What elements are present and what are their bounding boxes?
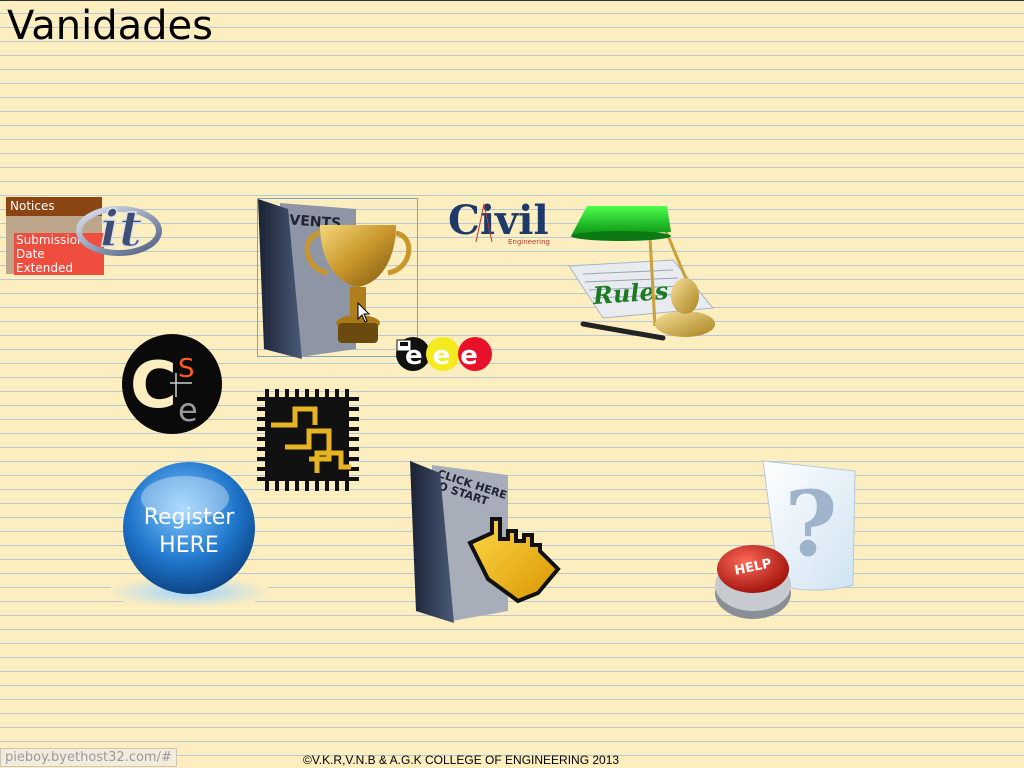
help-question-mark: ? xyxy=(785,471,838,577)
cse-logo-icon: C S e xyxy=(122,334,222,434)
register-line-2: HERE xyxy=(159,533,219,558)
rules-text: Rules xyxy=(591,276,670,310)
rules-lamp-icon: Rules xyxy=(568,206,715,341)
help-question-icon: ? HELP xyxy=(715,460,856,619)
civil-department-link[interactable]: Civil Engineering xyxy=(448,198,552,246)
click-to-start-link[interactable]: CLICK HERE TO START xyxy=(410,461,570,623)
cse-department-link[interactable]: C S e xyxy=(120,333,224,435)
it-logo-text: it xyxy=(100,199,142,258)
click-start-folder-icon: CLICK HERE TO START xyxy=(410,461,561,623)
it-department-link[interactable]: it xyxy=(76,198,162,260)
cse-c-letter: C xyxy=(130,349,177,423)
eee-department-link[interactable]: eee xyxy=(395,336,495,372)
register-line-1: Register xyxy=(144,505,236,530)
help-link[interactable]: ? HELP xyxy=(713,459,869,623)
register-here-button[interactable]: Register HERE xyxy=(105,460,273,610)
events-trophy-folder-icon: EVENTS xyxy=(258,199,412,359)
copyright: ©V.K.R,V.N.B & A.G.K COLLEGE OF ENGINEER… xyxy=(303,753,620,767)
site-title: Vanidades xyxy=(7,3,213,49)
it-logo-icon: it xyxy=(76,198,162,259)
cse-s-letter: S xyxy=(178,354,195,384)
top-border xyxy=(0,0,1024,1)
register-button-icon: Register HERE xyxy=(107,462,271,608)
eee-logo-text: eee xyxy=(405,341,488,371)
civil-logo-icon: Civil Engineering xyxy=(448,198,550,246)
events-link[interactable]: EVENTS xyxy=(257,198,418,359)
civil-logo-sub: Engineering xyxy=(508,238,550,246)
cse-e-letter: e xyxy=(178,391,198,429)
eee-logo-icon: eee xyxy=(396,337,492,371)
rules-link[interactable]: Rules xyxy=(563,200,723,348)
status-url: pieboy.byethost32.com/# xyxy=(0,748,177,767)
